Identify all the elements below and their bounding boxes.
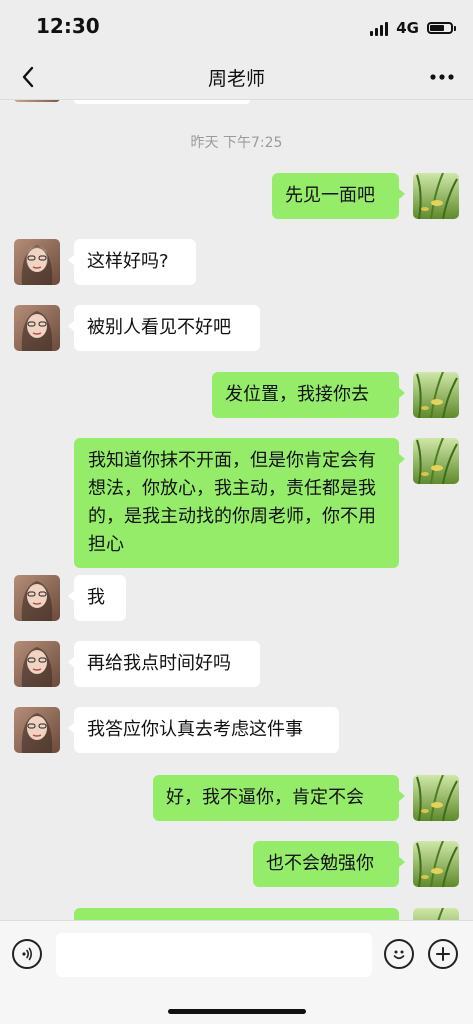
my-avatar[interactable] — [413, 372, 459, 418]
battery-icon — [427, 22, 456, 34]
status-indicators: 4G — [370, 18, 456, 38]
chat-title: 周老师 — [207, 68, 265, 90]
contact-avatar[interactable] — [14, 575, 60, 621]
message-bubble-in[interactable]: 我 — [68, 575, 126, 621]
status-time: 12:30 — [36, 14, 100, 38]
more-icon — [430, 74, 454, 80]
message-bubble-out[interactable]: 发位置，我接你去 — [212, 372, 405, 418]
emoji-button[interactable] — [384, 939, 414, 969]
avatar-partial — [14, 100, 60, 102]
voice-button[interactable] — [12, 939, 42, 969]
plus-icon — [436, 947, 450, 961]
status-bar: 12:30 4G — [0, 0, 473, 56]
my-avatar[interactable] — [413, 438, 459, 484]
message-bubble-out[interactable]: 也不会勉强你 — [253, 841, 405, 887]
voice-icon — [22, 947, 33, 961]
message-input[interactable] — [56, 933, 372, 977]
my-avatar[interactable] — [413, 908, 459, 920]
contact-avatar[interactable] — [14, 239, 60, 285]
input-bar — [0, 920, 473, 1024]
message-bubble-in[interactable]: 我答应你认真去考虑这件事 — [68, 707, 339, 753]
nav-bar: 周老师 — [0, 56, 473, 100]
message-bubble-in[interactable]: 再给我点时间好吗 — [68, 641, 260, 687]
my-avatar[interactable] — [413, 841, 459, 887]
my-avatar[interactable] — [413, 775, 459, 821]
my-avatar[interactable] — [413, 173, 459, 219]
message-bubble-in[interactable]: 这样好吗? — [68, 239, 196, 285]
chat-area[interactable]: 昨天 下午7:25 先见一面吧 这样好吗? 被别人看见不好吧 发位置，我接你去 … — [0, 100, 473, 920]
message-bubble-out[interactable] — [74, 908, 399, 920]
plus-button[interactable] — [428, 939, 458, 969]
message-bubble-in[interactable]: 被别人看见不好吧 — [68, 305, 260, 351]
network-label: 4G — [396, 19, 419, 37]
signal-icon — [370, 20, 389, 36]
message-bubble-out[interactable]: 好，我不逼你，肯定不会 — [153, 775, 405, 821]
home-indicator[interactable] — [168, 1009, 306, 1014]
more-button[interactable] — [425, 62, 459, 92]
emoji-icon — [393, 950, 405, 960]
message-bubble-out[interactable]: 先见一面吧 — [272, 173, 405, 219]
contact-avatar[interactable] — [14, 641, 60, 687]
contact-avatar[interactable] — [14, 305, 60, 351]
message-bubble-out[interactable]: 我知道你抹不开面，但是你肯定会有想法，你放心，我主动，责任都是我的，是我主动找的… — [74, 438, 405, 568]
contact-avatar[interactable] — [14, 707, 60, 753]
message-partial — [74, 100, 250, 104]
timestamp: 昨天 下午7:25 — [190, 135, 283, 151]
